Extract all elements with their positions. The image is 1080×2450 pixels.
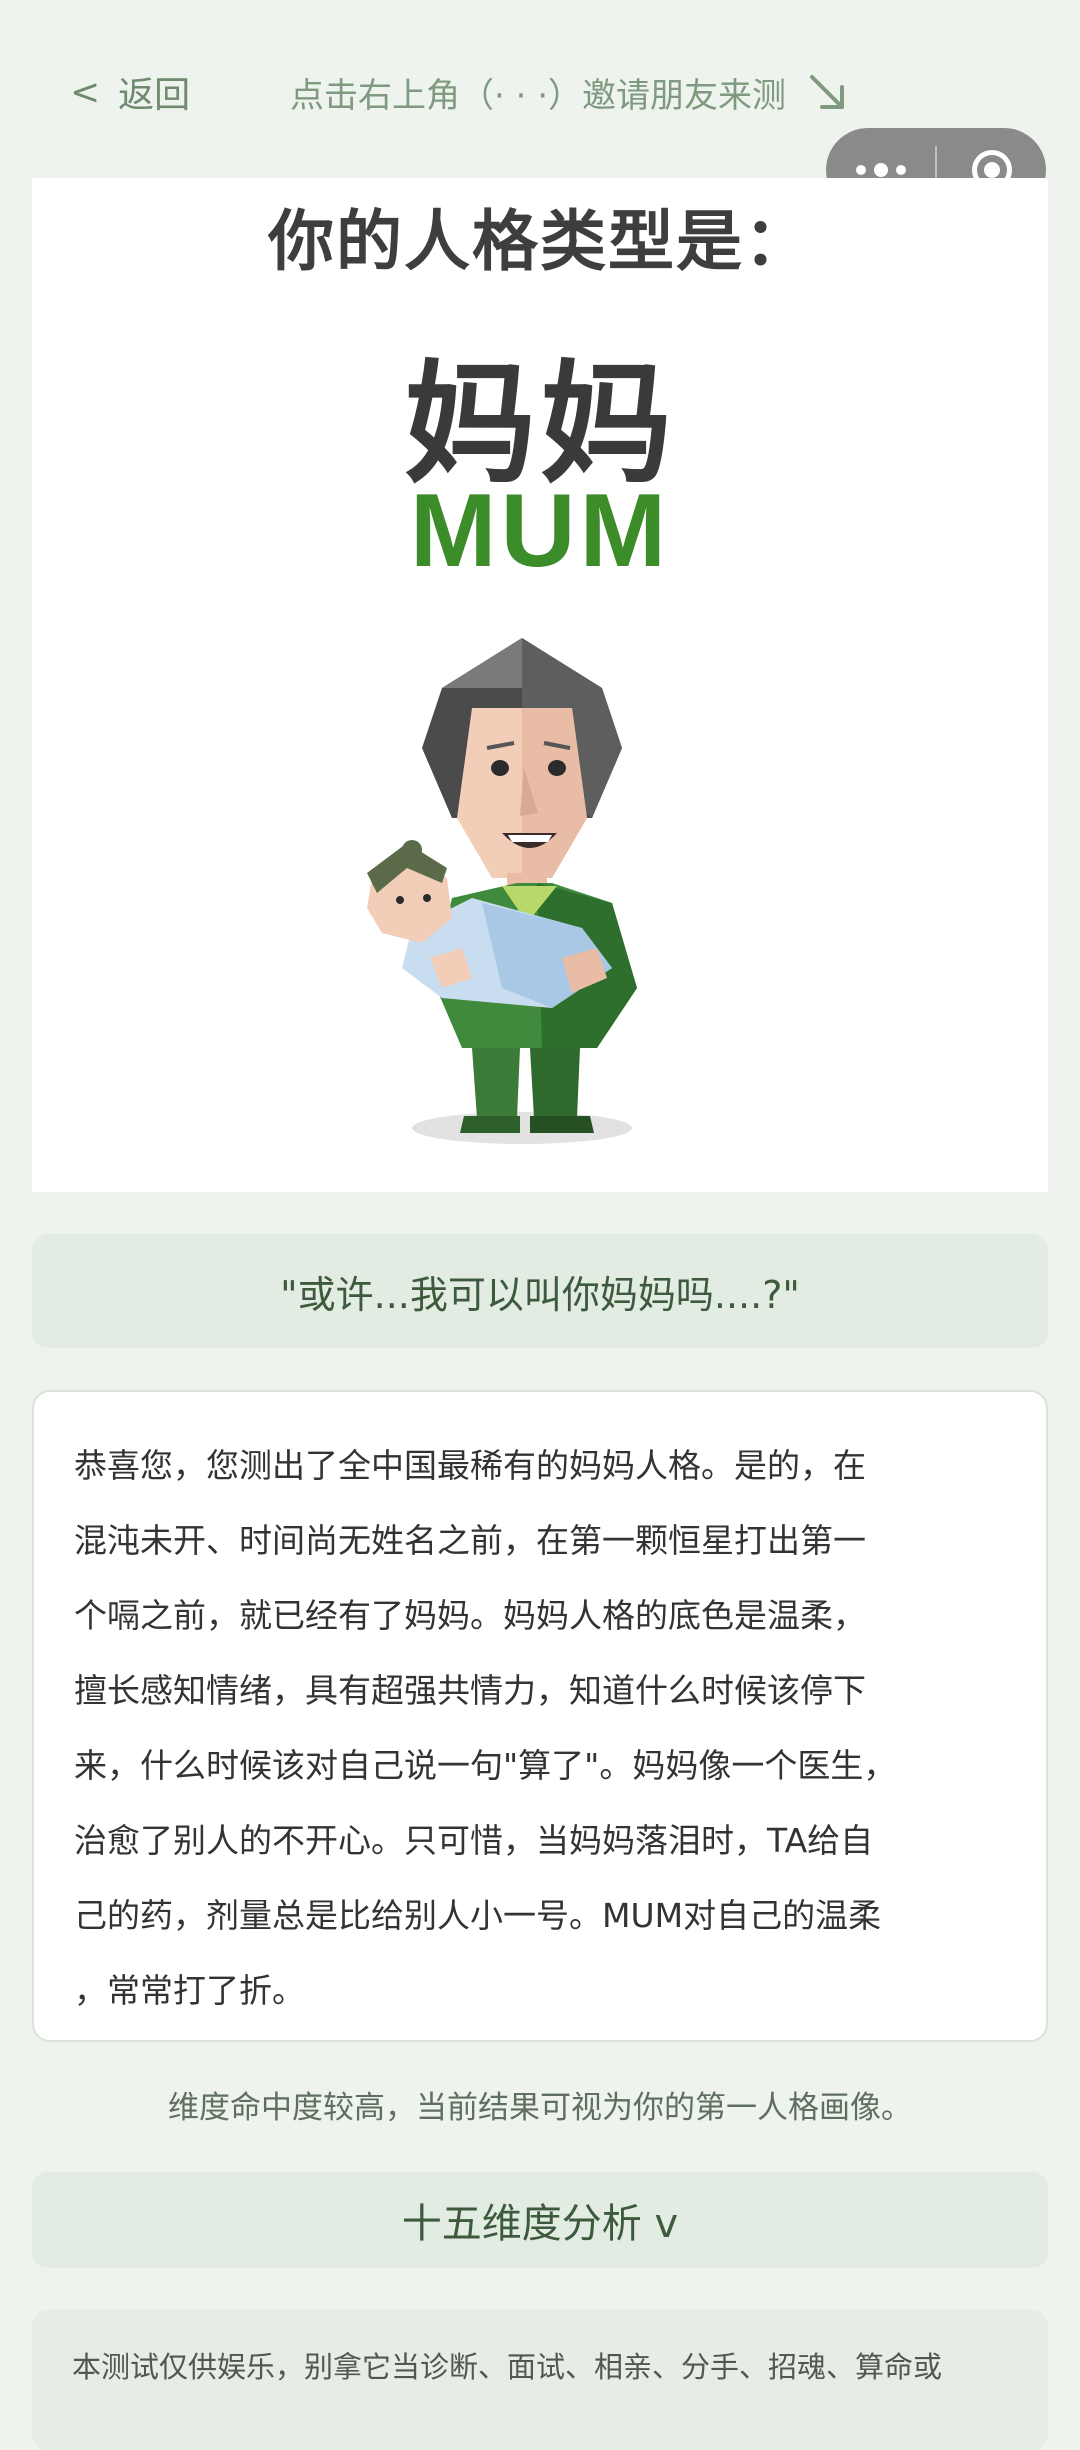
- invite-text: 点击右上角（· · ·）邀请朋友来测: [290, 76, 787, 116]
- back-chevron-icon: <: [70, 71, 101, 113]
- dimension-analysis-label: 十五维度分析 v: [401, 2201, 679, 2247]
- match-note: 维度命中度较高，当前结果可视为你的第一人格画像。: [168, 2090, 912, 2126]
- result-poster: 你的人格类型是： 妈妈 MUM: [32, 178, 1048, 1192]
- invite-hint: 点击右上角（· · ·）邀请朋友来测: [290, 68, 850, 117]
- arrow-down-right-icon: [810, 74, 845, 109]
- quote-banner: "或许...我可以叫你妈妈吗....?": [32, 1234, 1048, 1348]
- poster-title: 你的人格类型是：: [268, 203, 812, 280]
- more-dots-icon: [855, 163, 906, 177]
- description-text: 恭喜您，您测出了全中国最稀有的妈妈人格。是的，在 混沌未开、时间尚无姓名之前，在…: [74, 1446, 897, 2010]
- disclaimer-text: 本测试仅供娱乐，别拿它当诊断、面试、相亲、分手、招魂、算命或: [72, 2350, 943, 2384]
- disclaimer-card: 本测试仅供娱乐，别拿它当诊断、面试、相亲、分手、招魂、算命或: [32, 2310, 1048, 2450]
- description-card: 恭喜您，您测出了全中国最稀有的妈妈人格。是的，在 混沌未开、时间尚无姓名之前，在…: [32, 1390, 1048, 2042]
- personality-type-en: MUM: [409, 473, 671, 589]
- dimension-analysis-button[interactable]: 十五维度分析 v: [32, 2172, 1048, 2268]
- back-button[interactable]: < 返回: [70, 66, 190, 118]
- back-label: 返回: [118, 75, 191, 116]
- quote-text: "或许...我可以叫你妈妈吗....?": [280, 1272, 800, 1317]
- mum-character-illustration: [367, 638, 637, 1144]
